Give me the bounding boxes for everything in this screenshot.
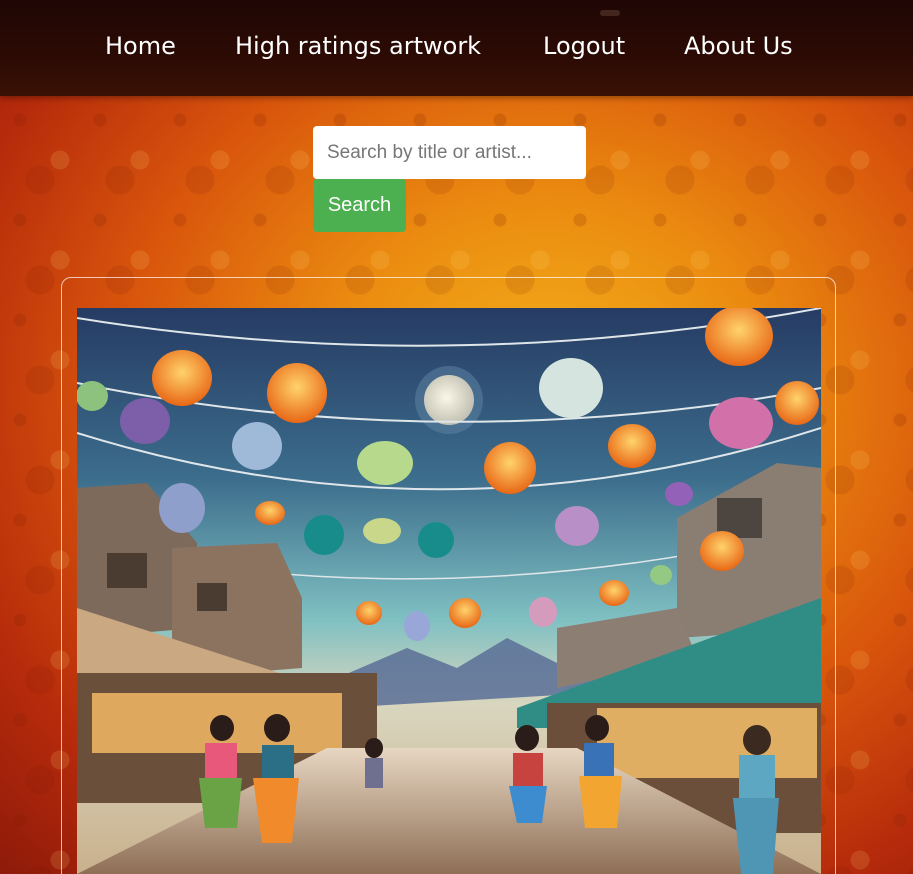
nav-notch	[600, 10, 620, 16]
nav-link-high-ratings-artwork[interactable]: High ratings artwork	[235, 31, 481, 61]
nav-link-about-us[interactable]: About Us	[684, 31, 793, 61]
top-navbar: Home High ratings artwork Logout About U…	[0, 0, 913, 96]
search-input[interactable]	[313, 126, 586, 179]
artwork-image[interactable]	[77, 308, 821, 874]
search-button[interactable]: Search	[313, 179, 406, 232]
market-lanterns-painting-icon	[77, 308, 821, 874]
nav-link-logout[interactable]: Logout	[543, 31, 625, 61]
nav-link-home[interactable]: Home	[105, 31, 176, 61]
